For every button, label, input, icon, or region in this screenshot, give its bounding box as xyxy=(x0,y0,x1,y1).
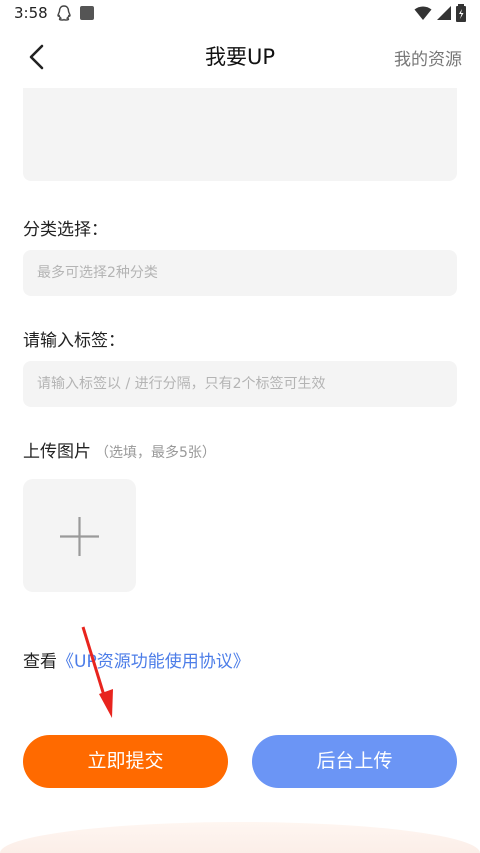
status-indicators xyxy=(414,4,466,22)
signal-icon xyxy=(437,6,451,20)
status-time: 3:58 xyxy=(14,4,48,22)
header: 我要UP 我的资源 xyxy=(0,28,480,88)
tags-placeholder: 请输入标签以 / 进行分隔，只有2个标签可生效 xyxy=(37,376,326,392)
battery-icon xyxy=(456,4,466,22)
footer-decoration xyxy=(0,822,480,853)
upload-images-label: 上传图片 （选填，最多5张） xyxy=(23,437,216,462)
add-image-button[interactable] xyxy=(23,479,136,592)
wifi-icon xyxy=(414,6,432,20)
tags-label: 请输入标签： xyxy=(23,331,125,351)
category-select[interactable]: 最多可选择2种分类 xyxy=(23,250,457,296)
qq-icon xyxy=(56,5,72,25)
plus-icon xyxy=(60,517,99,556)
category-placeholder: 最多可选择2种分类 xyxy=(37,265,158,281)
upload-images-hint: （选填，最多5张） xyxy=(95,445,216,461)
app-notification-icon xyxy=(80,6,94,20)
description-textarea[interactable] xyxy=(23,88,457,181)
agreement-prefix: 查看 xyxy=(23,652,57,672)
background-upload-button[interactable]: 后台上传 xyxy=(252,735,457,788)
tags-input[interactable]: 请输入标签以 / 进行分隔，只有2个标签可生效 xyxy=(23,361,457,407)
upload-images-title: 上传图片 xyxy=(23,442,91,462)
submit-button[interactable]: 立即提交 xyxy=(23,735,228,788)
status-bar: 3:58 xyxy=(0,0,480,28)
my-resources-link[interactable]: 我的资源 xyxy=(394,45,462,70)
agreement-text: 查看《UP资源功能使用协议》 xyxy=(23,647,250,672)
agreement-link[interactable]: 《UP资源功能使用协议》 xyxy=(57,652,250,672)
category-label: 分类选择： xyxy=(23,220,108,240)
